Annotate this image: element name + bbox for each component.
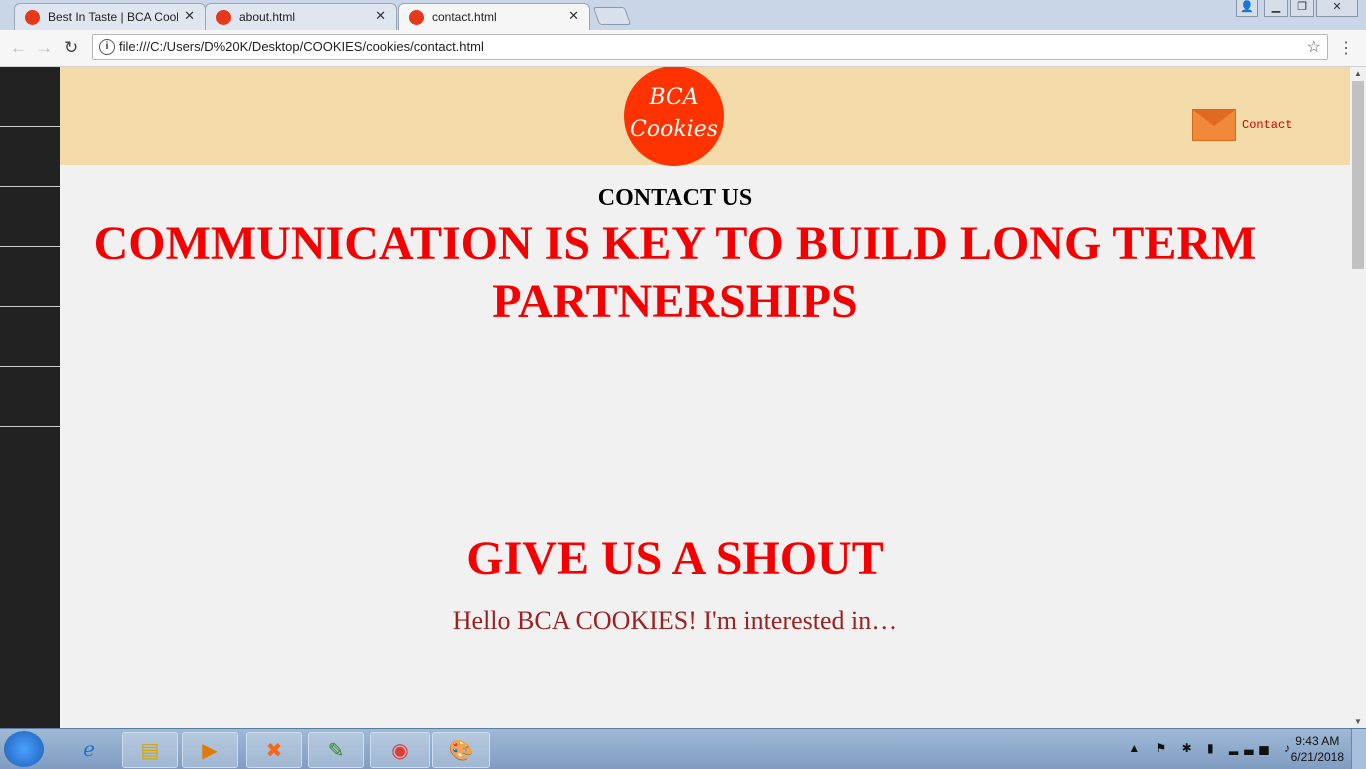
scroll-up-arrow-icon[interactable]: ▲ xyxy=(1354,69,1362,78)
tab-title: Best In Taste | BCA Cooki xyxy=(48,10,178,24)
close-icon[interactable]: ✕ xyxy=(568,8,579,24)
hello-text: Hello BCA COOKIES! I'm interested in… xyxy=(452,606,898,635)
info-icon[interactable]: i xyxy=(99,39,115,55)
bookmark-star-icon[interactable]: ☆ xyxy=(1307,37,1321,57)
contact-link-label: Contact xyxy=(1242,118,1293,132)
sidebar-item[interactable] xyxy=(0,247,60,307)
menu-dots-icon[interactable]: ⋮ xyxy=(1338,38,1354,58)
sidebar-item[interactable] xyxy=(0,187,60,247)
clock-time: 9:43 AM xyxy=(1295,734,1340,748)
contact-link[interactable]: Contact xyxy=(1192,109,1292,141)
scroll-down-arrow-icon[interactable]: ▼ xyxy=(1354,717,1362,726)
media-player-icon[interactable]: ▶ xyxy=(182,732,238,768)
show-desktop-button[interactable] xyxy=(1351,729,1366,769)
sidebar-item[interactable] xyxy=(0,67,60,127)
give-us-a-shout-heading: GIVE US A SHOUT xyxy=(466,532,884,585)
tab-about[interactable]: about.html ✕ xyxy=(205,3,397,30)
restore-button[interactable]: ❐ xyxy=(1290,0,1314,17)
site-header: BCA Cookies Contact xyxy=(60,67,1350,166)
minimize-button[interactable]: ▁ xyxy=(1264,0,1288,17)
tab-best-in-taste[interactable]: Best In Taste | BCA Cooki ✕ xyxy=(14,3,206,30)
url-text[interactable]: file:///C:/Users/D%20K/Desktop/COOKIES/c… xyxy=(119,39,484,54)
ie-icon[interactable]: ℯ xyxy=(62,732,116,766)
bca-favicon-icon xyxy=(25,10,40,25)
new-tab-button[interactable] xyxy=(592,7,632,25)
bca-favicon-icon xyxy=(409,10,424,25)
paint-icon[interactable]: 🎨 xyxy=(432,732,490,768)
close-icon[interactable]: ✕ xyxy=(375,8,386,24)
window-controls: 👤 ▁ ❐ ✕ xyxy=(1236,0,1358,18)
tab-title: about.html xyxy=(239,10,296,24)
scrollbar-thumb[interactable] xyxy=(1352,81,1364,269)
tab-contact[interactable]: contact.html ✕ xyxy=(398,3,590,31)
chrome-icon[interactable]: ◉ xyxy=(370,732,430,768)
tab-strip: Best In Taste | BCA Cooki ✕ about.html ✕… xyxy=(0,0,1366,31)
reload-icon[interactable]: ↻ xyxy=(64,38,78,58)
bca-favicon-icon xyxy=(216,10,231,25)
close-window-button[interactable]: ✕ xyxy=(1316,0,1358,17)
logo-line2: Cookies xyxy=(630,117,718,142)
notepad-icon[interactable]: ✎ xyxy=(308,732,364,768)
forward-arrow-icon[interactable]: → xyxy=(36,38,53,58)
sidebar-item[interactable] xyxy=(0,307,60,367)
bca-cookies-logo[interactable]: BCA Cookies xyxy=(624,67,724,166)
contact-us-heading: CONTACT US xyxy=(597,185,753,211)
communication-headline: COMMUNICATION IS KEY TO BUILD LONG TERM … xyxy=(93,217,1257,328)
sidebar-item[interactable] xyxy=(0,127,60,187)
browser-toolbar: ← → ↻ i file:///C:/Users/D%20K/Desktop/C… xyxy=(0,30,1366,67)
vertical-scrollbar[interactable]: ▲ ▼ xyxy=(1350,67,1366,728)
back-arrow-icon[interactable]: ← xyxy=(10,38,27,58)
explorer-icon[interactable]: ▤ xyxy=(122,732,178,768)
address-bar[interactable]: i file:///C:/Users/D%20K/Desktop/COOKIES… xyxy=(92,34,1328,60)
windows-taskbar: ℯ ▤ ▶ ✖ ✎ ◉ 🎨 ▲ ⚑ ✱ ▮ ▂▃▅ ♪ 9:43 AM 6/21… xyxy=(0,728,1366,769)
tab-title: contact.html xyxy=(432,10,497,24)
start-button[interactable] xyxy=(4,731,44,767)
clock-date: 6/21/2018 xyxy=(1290,750,1344,764)
clock[interactable]: 9:43 AM 6/21/2018 xyxy=(1291,733,1344,765)
xampp-icon[interactable]: ✖ xyxy=(246,732,302,768)
sidebar xyxy=(0,67,60,728)
close-icon[interactable]: ✕ xyxy=(184,8,195,24)
envelope-icon xyxy=(1192,109,1236,141)
system-tray[interactable]: ▲ ⚑ ✱ ▮ ▂▃▅ ♪ xyxy=(1128,741,1296,755)
user-icon[interactable]: 👤 xyxy=(1236,0,1258,17)
sidebar-item[interactable] xyxy=(0,367,60,427)
logo-line1: BCA xyxy=(649,85,699,110)
